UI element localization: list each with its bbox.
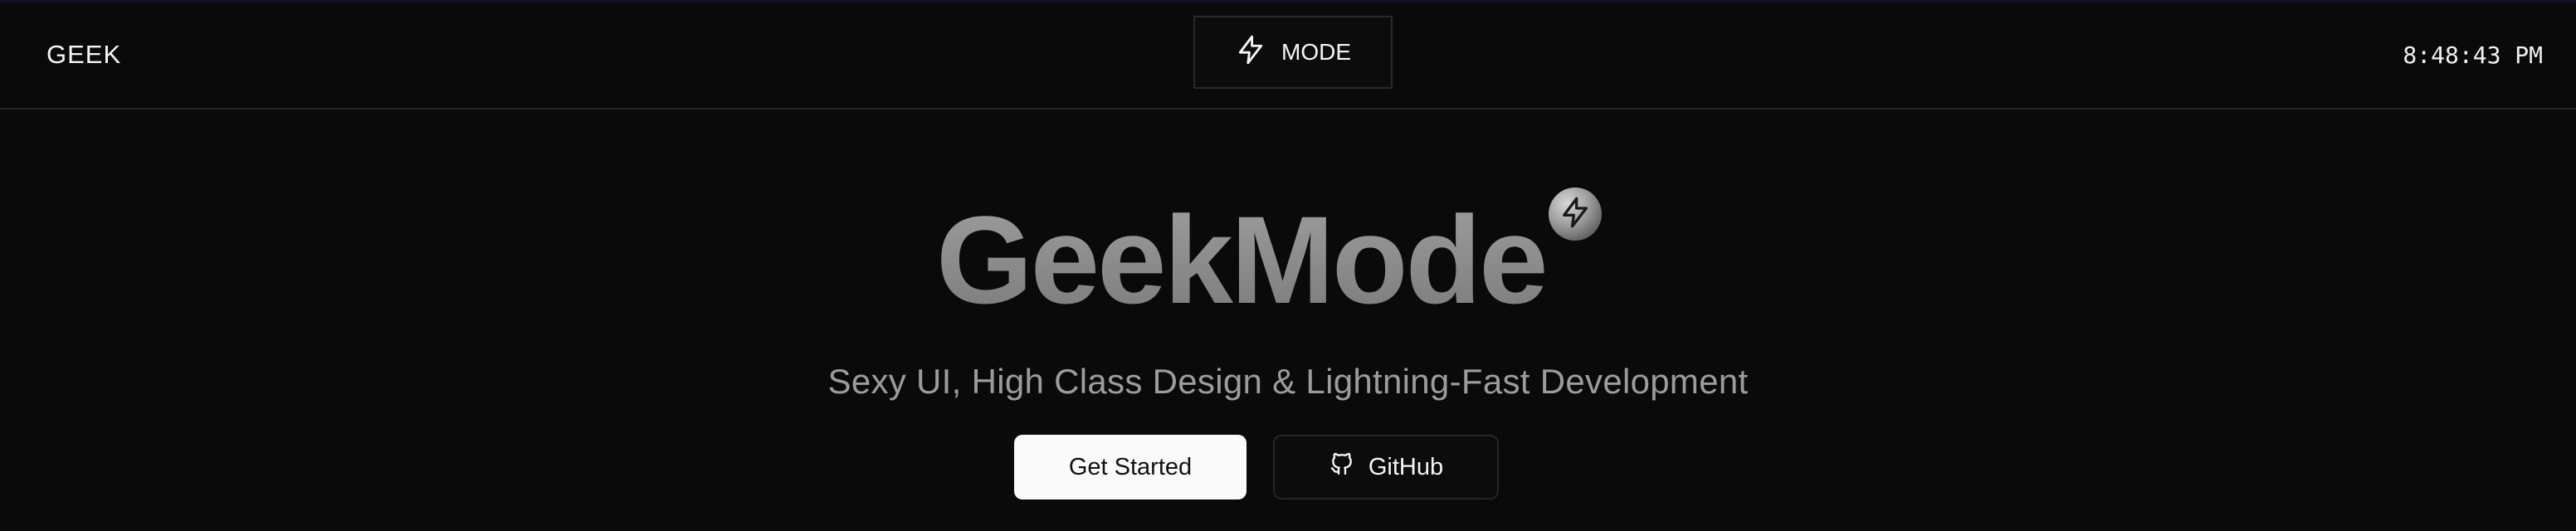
get-started-label: Get Started [1068, 453, 1193, 480]
hero-subtitle: Sexy UI, High Class Design & Lightning-F… [827, 362, 1749, 401]
navbar: GEEK MODE 8:48:43 PM [0, 0, 2576, 110]
brand-logo[interactable]: GEEK [46, 40, 121, 70]
get-started-button[interactable]: Get Started [1014, 435, 1247, 499]
github-icon [1329, 451, 1355, 484]
hero-title: GeekMode [936, 197, 1575, 322]
title-badge [1549, 188, 1602, 241]
mode-button-label: MODE [1281, 39, 1351, 65]
hero-title-container: GeekMode [0, 197, 2576, 330]
github-button[interactable]: GitHub [1273, 435, 1499, 499]
lightning-bolt-icon [1235, 34, 1266, 71]
lightning-bolt-icon [1559, 196, 1592, 233]
clock: 8:48:43 PM [2403, 41, 2543, 69]
mode-toggle-button[interactable]: MODE [1193, 16, 1393, 89]
github-label: GitHub [1368, 453, 1444, 480]
